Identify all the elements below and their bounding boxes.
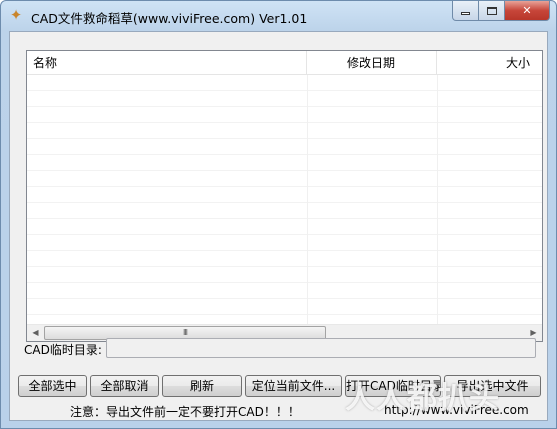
title-bar[interactable]: ✦ CAD文件救命稻草(www.viviFree.com) Ver1.01 ✕ xyxy=(1,1,556,31)
column-header-name[interactable]: 名称 xyxy=(27,51,307,75)
temp-dir-row: CAD临时目录: xyxy=(24,338,544,358)
column-header-modified-date[interactable]: 修改日期 xyxy=(307,51,437,75)
maximize-button[interactable] xyxy=(479,1,505,21)
app-scarecrow-icon[interactable]: ✦ xyxy=(8,7,24,23)
window-title: CAD文件救命稻草(www.viviFree.com) Ver1.01 xyxy=(31,11,308,26)
temp-dir-label: CAD临时目录: xyxy=(24,343,102,357)
refresh-button[interactable]: 刷新 xyxy=(162,375,242,397)
column-header-size[interactable]: 大小 xyxy=(437,51,542,75)
maximize-icon xyxy=(486,6,497,15)
minimize-button[interactable] xyxy=(452,1,479,21)
client-area: 名称 修改日期 大小 ◀ III ▶ CAD临时目录: 全部选中 全部取消 刷新… xyxy=(9,31,548,421)
deselect-all-button[interactable]: 全部取消 xyxy=(90,375,159,397)
status-bar: 注意：导出文件前一定不要打开CAD！！！ http://www.viviFree… xyxy=(18,402,541,420)
caption-buttons: ✕ xyxy=(452,1,550,21)
temp-dir-field[interactable] xyxy=(106,338,536,358)
export-selected-button[interactable]: 导出选中文件 xyxy=(444,375,541,397)
list-body[interactable] xyxy=(27,75,542,327)
status-warning-note: 注意：导出文件前一定不要打开CAD！！！ xyxy=(70,405,300,419)
close-button[interactable]: ✕ xyxy=(505,1,550,21)
file-list[interactable]: 名称 修改日期 大小 ◀ III ▶ xyxy=(26,50,543,342)
select-all-button[interactable]: 全部选中 xyxy=(18,375,87,397)
minimize-icon xyxy=(461,12,470,15)
status-website-link[interactable]: http://www.viviFree.com xyxy=(384,403,529,417)
list-header: 名称 修改日期 大小 xyxy=(27,51,542,75)
locate-file-button[interactable]: 定位当前文件... xyxy=(245,375,342,397)
open-temp-dir-button[interactable]: 打开CAD临时目录 xyxy=(345,375,441,397)
close-icon: ✕ xyxy=(522,4,532,17)
app-window: ✦ CAD文件救命稻草(www.viviFree.com) Ver1.01 ✕ … xyxy=(0,0,557,429)
